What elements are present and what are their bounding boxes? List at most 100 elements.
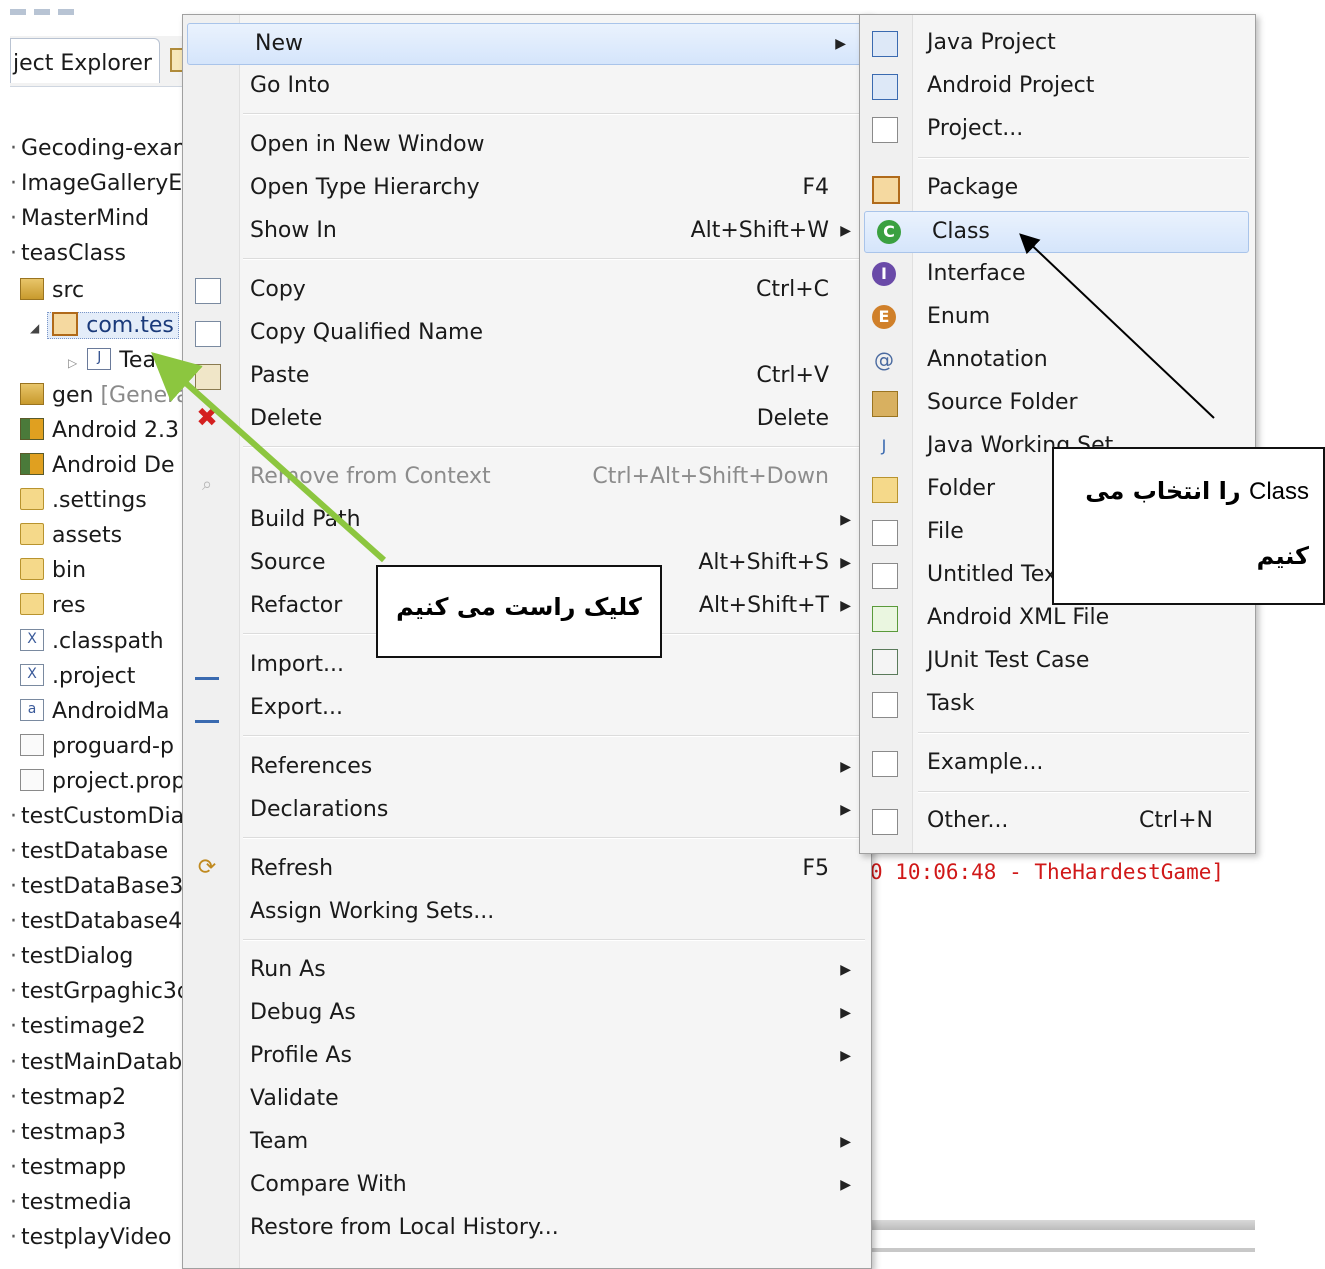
folder-icon — [20, 593, 44, 615]
menu-item-debug-as[interactable]: Debug As ▶ — [183, 993, 869, 1033]
tree-item-file[interactable]: X .classpath — [20, 625, 164, 659]
tree-item-file[interactable]: a AndroidMa — [20, 695, 170, 729]
submenu-arrow-icon: ▶ — [840, 1134, 851, 1150]
tree-item-file[interactable]: project.prop — [20, 765, 185, 799]
menu-item-compare-with[interactable]: Compare With ▶ — [183, 1165, 869, 1205]
tree-item[interactable]: · testCustomDial — [10, 800, 190, 834]
submenu-arrow-icon: ▶ — [840, 512, 851, 528]
tree-item[interactable]: · testmedia — [10, 1186, 132, 1220]
text-file-icon — [20, 769, 44, 791]
menu-item-paste[interactable]: Paste Ctrl+V — [183, 356, 869, 396]
menu-item-build-path[interactable]: Build Path ▶ — [183, 500, 869, 540]
package-icon — [52, 312, 79, 336]
submenu-separator — [918, 791, 1249, 793]
folder-icon — [20, 488, 44, 510]
menu-separator — [243, 735, 865, 737]
java-project-icon — [872, 31, 898, 57]
tree-item-library[interactable]: Android 2.3 — [20, 414, 179, 448]
submenu-item-annotation[interactable]: @ Annotation — [860, 340, 1253, 380]
tree-item[interactable]: · testDataBase3 — [10, 870, 183, 904]
tree-item-file[interactable]: X .project — [20, 660, 135, 694]
menu-item-open-new-window[interactable]: Open in New Window — [183, 125, 869, 165]
submenu-item-junit-test-case[interactable]: JUnit Test Case — [860, 641, 1253, 681]
tree-item[interactable]: · testDialog — [10, 940, 133, 974]
submenu-item-class[interactable]: C Class — [864, 211, 1249, 253]
android-manifest-icon: a — [20, 699, 44, 721]
class-icon: C — [877, 220, 901, 244]
menu-item-go-into[interactable]: Go Into — [183, 66, 869, 106]
junit-icon — [872, 649, 898, 675]
console-line: 0 10:06:48 - TheHardestGame] — [870, 860, 1225, 884]
menu-separator — [243, 446, 865, 448]
tree-item[interactable]: · testmap2 — [10, 1081, 126, 1115]
menu-item-restore-local-history[interactable]: Restore from Local History... — [183, 1208, 869, 1248]
console-view: 0 10:06:48 - TheHardestGame] — [870, 852, 1325, 1267]
menu-item-delete[interactable]: ✖ Delete Delete — [183, 399, 869, 439]
tree-item-src[interactable]: src — [20, 274, 84, 308]
submenu-item-task[interactable]: Task — [860, 684, 1253, 724]
menu-item-run-as[interactable]: Run As ▶ — [183, 950, 869, 990]
import-icon — [195, 653, 219, 680]
submenu-item-project[interactable]: Project... — [860, 109, 1253, 149]
menu-item-copy-qualified-name[interactable]: Copy Qualified Name — [183, 313, 869, 353]
library-icon — [20, 418, 44, 440]
tree-item[interactable]: · ImageGalleryEx — [10, 167, 195, 201]
submenu-arrow-icon: ▶ — [840, 598, 851, 614]
menu-item-copy[interactable]: Copy Ctrl+C — [183, 270, 869, 310]
explorer-tab-bar: ject Explorer — [10, 36, 188, 87]
submenu-item-enum[interactable]: E Enum — [860, 297, 1253, 337]
tree-item[interactable]: · Gecoding-exam — [10, 132, 194, 166]
tree-item[interactable]: · testGrpaghic3d — [10, 975, 191, 1009]
menu-item-remove-from-context[interactable]: ⌕ Remove from Context Ctrl+Alt+Shift+Down — [183, 457, 869, 497]
paste-icon — [195, 364, 221, 390]
menu-item-profile-as[interactable]: Profile As ▶ — [183, 1036, 869, 1076]
tree-item[interactable]: · testDatabase4 — [10, 905, 182, 939]
submenu-arrow-icon: ▶ — [840, 1177, 851, 1193]
menu-item-open-type-hierarchy[interactable]: Open Type Hierarchy F4 — [183, 168, 869, 208]
console-scrollbar[interactable] — [870, 1220, 1255, 1230]
submenu-arrow-icon: ▶ — [840, 962, 851, 978]
menu-item-new[interactable]: New ▶ — [187, 23, 865, 65]
export-icon — [195, 696, 219, 723]
submenu-item-source-folder[interactable]: Source Folder — [860, 383, 1253, 423]
submenu-separator — [918, 157, 1249, 159]
tree-item[interactable]: · testmap3 — [10, 1116, 126, 1150]
menu-item-assign-working-sets[interactable]: Assign Working Sets... — [183, 892, 869, 932]
tree-item-folder[interactable]: bin — [20, 554, 86, 588]
new-submenu: Java Project Android Project Project... … — [859, 14, 1256, 854]
tree-item-package[interactable]: ◢ com.tes — [30, 309, 179, 343]
tree-item-gen[interactable]: gen [Genera — [20, 379, 190, 413]
menu-item-validate[interactable]: Validate — [183, 1079, 869, 1119]
console-divider — [870, 1248, 1255, 1252]
tree-item[interactable]: · MasterMind — [10, 202, 149, 236]
menu-item-show-in[interactable]: Show In Alt+Shift+W ▶ — [183, 211, 869, 251]
delete-icon: ✖ — [196, 403, 218, 433]
menu-item-refresh[interactable]: ⟳ Refresh F5 — [183, 849, 869, 889]
tree-item[interactable]: · testDatabase — [10, 835, 168, 869]
menu-item-export[interactable]: Export... — [183, 688, 869, 728]
xml-file-icon: X — [20, 629, 44, 651]
tree-item[interactable]: · testmapp — [10, 1151, 126, 1185]
tree-item-java-file[interactable]: ▷ J Tea — [68, 344, 156, 378]
menu-item-team[interactable]: Team ▶ — [183, 1122, 869, 1162]
tree-item[interactable]: · testplayVideo — [10, 1221, 171, 1255]
tree-item-folder[interactable]: res — [20, 589, 86, 623]
submenu-item-other[interactable]: Other... Ctrl+N — [860, 801, 1253, 841]
tree-item-folder[interactable]: assets — [20, 519, 122, 553]
menu-item-declarations[interactable]: Declarations ▶ — [183, 790, 869, 830]
submenu-item-example[interactable]: Example... — [860, 743, 1253, 783]
tree-item-file[interactable]: proguard-p — [20, 730, 174, 764]
submenu-item-interface[interactable]: I Interface — [860, 254, 1253, 294]
tree-item-library[interactable]: Android De — [20, 449, 175, 483]
submenu-item-package[interactable]: Package — [860, 168, 1253, 208]
tree-item[interactable]: · teasClass — [10, 237, 126, 271]
submenu-item-java-project[interactable]: Java Project — [860, 23, 1253, 63]
submenu-item-android-project[interactable]: Android Project — [860, 66, 1253, 106]
submenu-arrow-icon: ▶ — [840, 759, 851, 775]
tree-item[interactable]: · testimage2 — [10, 1010, 146, 1044]
tree-item[interactable]: · testMainDataba — [10, 1046, 196, 1080]
tab-project-explorer[interactable]: ject Explorer — [10, 38, 160, 83]
annotation-line-1: Class را انتخاب می — [1085, 477, 1309, 505]
menu-item-references[interactable]: References ▶ — [183, 747, 869, 787]
tree-item-folder[interactable]: .settings — [20, 484, 147, 518]
